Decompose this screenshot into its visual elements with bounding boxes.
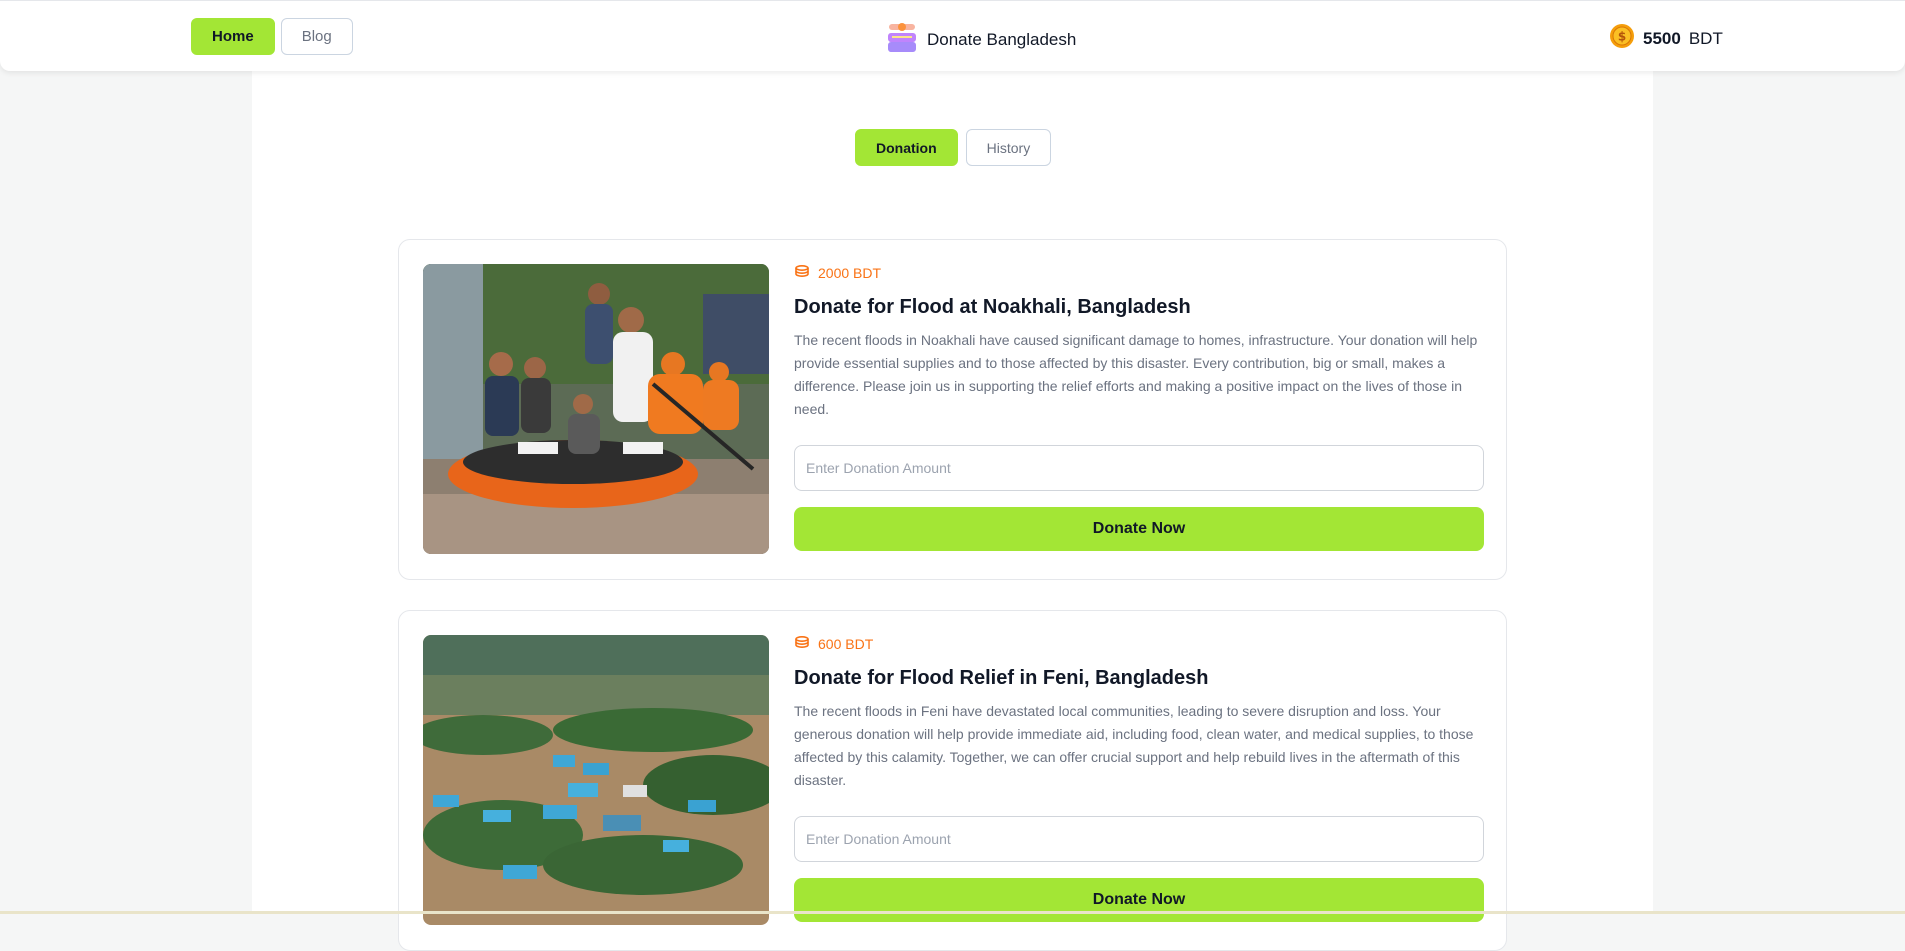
coins-stack-icon	[794, 264, 810, 282]
card-body: 2000 BDT Donate for Flood at Noakhali, B…	[794, 264, 1484, 551]
brand-name: Donate Bangladesh	[927, 29, 1077, 49]
brand[interactable]: Donate Bangladesh	[886, 20, 1076, 59]
donate-now-button[interactable]: Donate Now	[794, 878, 1484, 922]
donate-now-button[interactable]: Donate Now	[794, 507, 1484, 551]
tab-bar: Donation History	[855, 129, 1052, 166]
home-button[interactable]: Home	[191, 18, 275, 55]
card-description: The recent floods in Feni have devastate…	[794, 703, 1474, 788]
donated-amount: 2000 BDT	[794, 264, 1484, 282]
donation-amount-input[interactable]	[794, 816, 1484, 862]
amount-text: 2000 BDT	[818, 265, 882, 281]
donated-amount: 600 BDT	[794, 635, 1484, 653]
amount-text: 600 BDT	[818, 636, 874, 652]
navbar: Home Blog Donate Bangladesh $ 5500 BDT	[0, 0, 1905, 71]
balance-currency: BDT	[1688, 28, 1723, 48]
nav-buttons: Home Blog	[191, 18, 353, 55]
flooded-town-aerial-image	[423, 635, 769, 925]
balance-amount: 5500	[1643, 28, 1681, 48]
balance: $ 5500 BDT	[1609, 23, 1723, 54]
main-content: Donation History 2000 BDT Donate for Flo…	[252, 71, 1653, 951]
card-body: 600 BDT Donate for Flood Relief in Feni,…	[794, 635, 1484, 922]
card-description: The recent floods in Noakhali have cause…	[794, 332, 1478, 417]
tab-history[interactable]: History	[965, 129, 1052, 166]
coins-stack-icon	[794, 635, 810, 653]
donation-card-feni: 600 BDT Donate for Flood Relief in Feni,…	[398, 610, 1507, 951]
svg-text:$: $	[1618, 30, 1626, 44]
coin-icon: $	[1609, 23, 1635, 54]
donation-amount-input[interactable]	[794, 445, 1484, 491]
donation-card-noakhali: 2000 BDT Donate for Flood at Noakhali, B…	[398, 239, 1507, 580]
tab-donation[interactable]: Donation	[855, 129, 958, 166]
donation-box-icon	[886, 20, 918, 59]
flood-rescue-boat-image	[423, 264, 769, 554]
blog-button[interactable]: Blog	[280, 18, 353, 55]
card-title: Donate for Flood at Noakhali, Bangladesh	[794, 296, 1191, 318]
card-title: Donate for Flood Relief in Feni, Banglad…	[794, 667, 1209, 689]
